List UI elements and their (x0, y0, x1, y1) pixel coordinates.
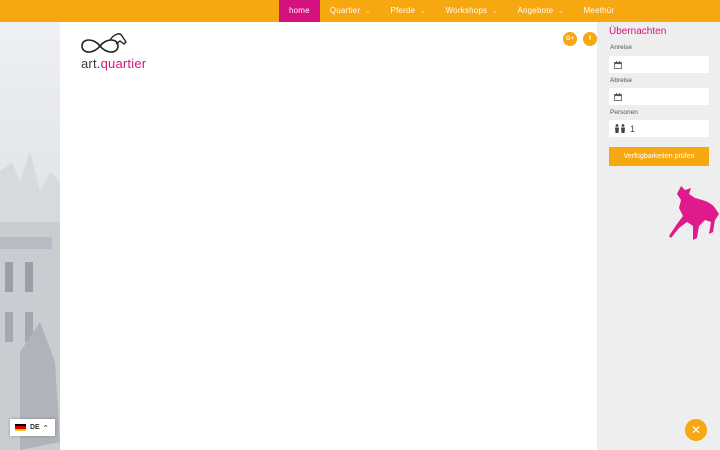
logo-suffix: quartier (100, 56, 147, 71)
chevron-up-icon: ⌃ (42, 424, 49, 432)
nav-item-quartier[interactable]: Quartier ⌄ (320, 0, 381, 22)
facebook-icon: f (589, 36, 591, 42)
nav-label: Angebote (517, 6, 554, 15)
google-plus-button[interactable]: G+ (563, 32, 577, 46)
persons-icon (614, 124, 626, 133)
nav-label: home (289, 6, 310, 15)
top-navigation-bar: home Quartier ⌄ Pferde ⌄ Workshops ⌄ Angebo… (0, 0, 720, 22)
nav-item-workshops[interactable]: Workshops ⌄ (436, 0, 508, 22)
background-photo (0, 22, 60, 450)
logo-wordmark[interactable]: art.quartier (81, 56, 146, 71)
persons-field[interactable]: 1 (609, 120, 709, 137)
facebook-button[interactable]: f (583, 32, 597, 46)
language-code: DE (30, 424, 40, 431)
nav-label: Workshops (445, 6, 488, 15)
close-button[interactable]: ✕ (685, 419, 707, 441)
nav-item-angebote[interactable]: Angebote ⌄ (507, 0, 573, 22)
booking-title: Übernachten (609, 26, 667, 37)
close-icon: ✕ (690, 423, 702, 437)
calendar-icon (614, 92, 622, 101)
calendar-icon (614, 60, 622, 69)
german-flag-icon (15, 424, 26, 431)
nav-item-meethur[interactable]: Meethür (574, 0, 625, 22)
arrival-date-field[interactable] (609, 56, 709, 73)
chevron-down-icon: ⌄ (420, 9, 426, 15)
departure-date-field[interactable] (609, 88, 709, 105)
google-plus-icon: G+ (565, 36, 575, 42)
persons-label: Personen (610, 109, 638, 116)
nav-item-home[interactable]: home (279, 0, 320, 22)
pink-horse-icon (669, 186, 719, 240)
logo-prefix: art (81, 56, 97, 71)
persons-value: 1 (630, 123, 636, 134)
nav-label: Pferde (390, 6, 416, 15)
chevron-down-icon: ⌄ (558, 9, 564, 15)
chevron-down-icon: ⌄ (492, 9, 498, 15)
check-availability-button[interactable]: Verfügbarkeiten prüfen (609, 147, 709, 166)
nav-item-pferde[interactable]: Pferde ⌄ (381, 0, 436, 22)
chevron-down-icon: ⌄ (365, 9, 371, 15)
arrival-label: Anreise (610, 44, 633, 51)
main-nav: home Quartier ⌄ Pferde ⌄ Workshops ⌄ Angebo… (279, 0, 624, 22)
nav-label: Quartier (329, 6, 361, 15)
language-switcher[interactable]: DE ⌃ (10, 419, 55, 436)
departure-label: Abreise (610, 77, 633, 84)
main-content: art.quartier G+ f (60, 22, 597, 450)
booking-sidebar: Übernachten Anreise Abreise Personen 1 V… (597, 22, 720, 450)
nav-label: Meethür (583, 6, 615, 15)
